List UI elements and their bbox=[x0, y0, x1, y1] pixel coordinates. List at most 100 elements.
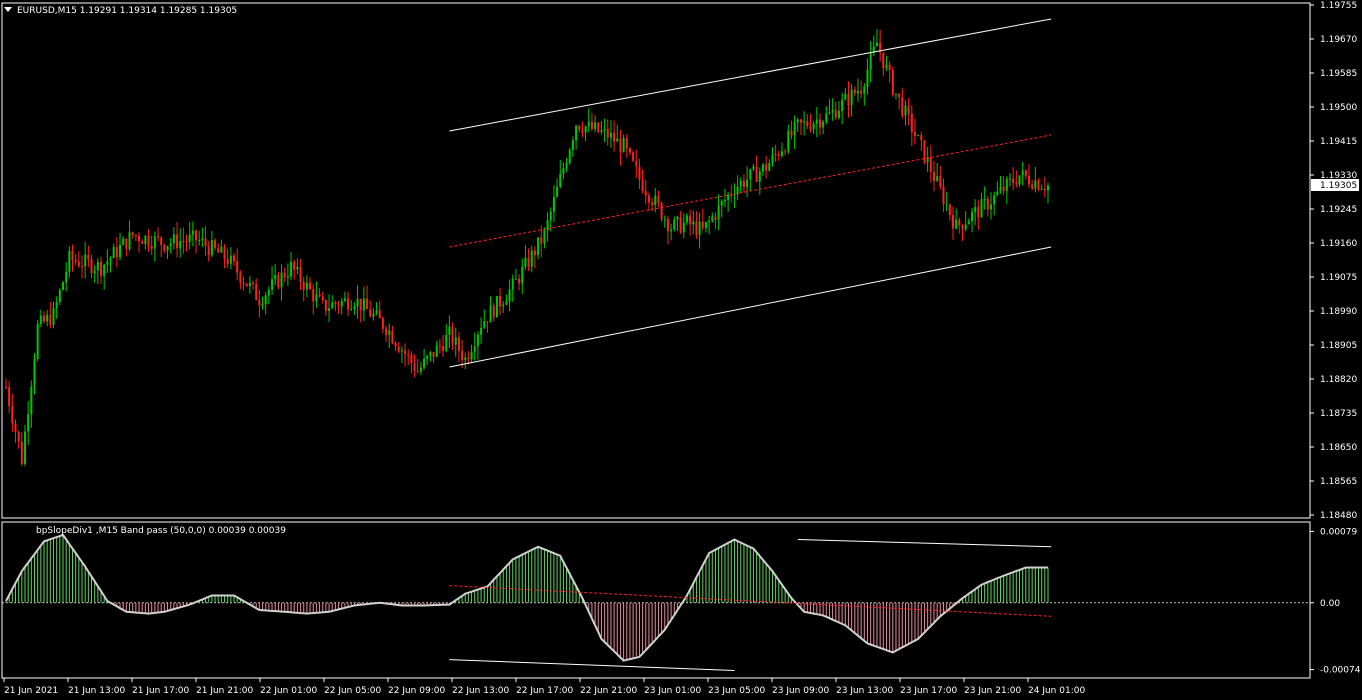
bear-candle bbox=[138, 236, 141, 242]
bear-candle bbox=[369, 308, 372, 317]
bear-candle bbox=[939, 176, 942, 187]
triangle-down-icon[interactable] bbox=[4, 7, 12, 12]
bull-candle bbox=[119, 244, 122, 258]
bull-candle bbox=[875, 42, 878, 47]
bull-candle bbox=[733, 194, 736, 196]
bull-candle bbox=[448, 326, 451, 335]
price-pane[interactable] bbox=[5, 18, 1052, 467]
bear-candle bbox=[527, 257, 530, 267]
bear-candle bbox=[695, 221, 698, 236]
time-tick-label: 21 Jun 13:00 bbox=[68, 686, 125, 696]
bull-candle bbox=[856, 91, 859, 94]
bear-candle bbox=[888, 64, 891, 70]
bull-candle bbox=[524, 257, 527, 267]
bull-candle bbox=[423, 358, 426, 368]
bull-candle bbox=[812, 123, 815, 130]
time-tick-label: 21 Jun 21:00 bbox=[196, 686, 253, 696]
bull-candle bbox=[698, 221, 701, 236]
bull-candle bbox=[822, 121, 825, 128]
bear-candle bbox=[774, 154, 777, 156]
bull-candle bbox=[179, 241, 182, 249]
bear-candle bbox=[11, 406, 14, 424]
bull-candle bbox=[549, 211, 552, 221]
bear-candle bbox=[233, 255, 236, 262]
bear-candle bbox=[214, 240, 217, 248]
price-tick-label: 1.19160 bbox=[1320, 239, 1357, 249]
chart-canvas[interactable]: 1.19755 1.19670 1.19585 1.19500 1.19415 1.193… bbox=[0, 0, 1362, 700]
bull-candle bbox=[153, 236, 156, 249]
bear-candle bbox=[334, 302, 337, 305]
price-tick-label: 1.19670 bbox=[1320, 35, 1357, 45]
price-pane-frame bbox=[1, 2, 1311, 519]
bull-candle bbox=[93, 270, 96, 274]
bull-candle bbox=[761, 164, 764, 172]
bull-candle bbox=[274, 274, 277, 280]
axes: 1.19755 1.19670 1.19585 1.19500 1.19415 1.193… bbox=[1, 1, 1361, 696]
bull-candle bbox=[945, 204, 948, 206]
bull-candle bbox=[435, 345, 438, 357]
bull-candle bbox=[521, 266, 524, 284]
time-tick-label: 23 Jun 13:00 bbox=[836, 686, 893, 696]
bear-candle bbox=[217, 247, 220, 253]
bull-candle bbox=[290, 261, 293, 277]
bear-candle bbox=[777, 154, 780, 156]
bear-candle bbox=[204, 238, 207, 247]
bull-candle bbox=[52, 308, 55, 325]
bull-candle bbox=[356, 298, 359, 307]
bear-candle bbox=[182, 241, 185, 243]
bear-candle bbox=[799, 119, 802, 123]
price-tick-label: 1.19075 bbox=[1320, 273, 1357, 283]
bear-candle bbox=[324, 300, 327, 311]
bull-candle bbox=[565, 162, 568, 169]
bull-candle bbox=[793, 122, 796, 136]
bull-candle bbox=[445, 334, 448, 351]
bear-candle bbox=[847, 94, 850, 106]
bear-candle bbox=[619, 138, 622, 152]
bear-candle bbox=[150, 246, 153, 249]
bull-candle bbox=[109, 257, 112, 262]
bull-candle bbox=[350, 308, 353, 310]
price-tick-label: 1.18565 bbox=[1320, 477, 1357, 487]
bear-candle bbox=[81, 266, 84, 268]
bear-candle bbox=[1015, 183, 1018, 185]
bear-candle bbox=[223, 246, 226, 259]
bull-candle bbox=[68, 250, 71, 272]
bull-candle bbox=[654, 195, 657, 206]
bull-candle bbox=[353, 306, 356, 309]
bear-candle bbox=[236, 261, 239, 273]
time-tick-label: 22 Jun 05:00 bbox=[324, 686, 381, 696]
bull-candle bbox=[84, 254, 87, 267]
bull-candle bbox=[622, 138, 625, 152]
bull-candle bbox=[1008, 178, 1011, 180]
bull-candle bbox=[970, 211, 973, 222]
bull-candle bbox=[815, 119, 818, 124]
bear-candle bbox=[195, 230, 198, 241]
bull-candle bbox=[831, 109, 834, 113]
bull-candle bbox=[188, 234, 191, 242]
bull-candle bbox=[489, 305, 492, 323]
bear-candle bbox=[581, 130, 584, 133]
bear-candle bbox=[590, 121, 593, 129]
osc-trend-lower-line bbox=[449, 659, 735, 671]
bull-candle bbox=[267, 289, 270, 296]
bear-candle bbox=[499, 296, 502, 307]
bull-candle bbox=[556, 186, 559, 197]
bear-candle bbox=[578, 125, 581, 131]
bull-candle bbox=[562, 168, 565, 174]
bear-candle bbox=[809, 126, 812, 130]
oscillator-pane[interactable] bbox=[2, 533, 1310, 671]
bear-candle bbox=[913, 132, 916, 136]
bull-candle bbox=[340, 300, 343, 307]
price-tick-label: 1.18650 bbox=[1320, 443, 1357, 453]
bull-candle bbox=[112, 247, 115, 258]
bear-candle bbox=[318, 294, 321, 297]
bear-candle bbox=[891, 69, 894, 95]
bear-candle bbox=[245, 283, 248, 287]
bear-candle bbox=[293, 261, 296, 270]
bull-candle bbox=[511, 278, 514, 290]
bull-candle bbox=[296, 266, 299, 270]
bull-candle bbox=[419, 367, 422, 372]
bull-candle bbox=[39, 315, 42, 324]
bear-candle bbox=[1012, 178, 1015, 184]
bull-candle bbox=[55, 301, 58, 309]
